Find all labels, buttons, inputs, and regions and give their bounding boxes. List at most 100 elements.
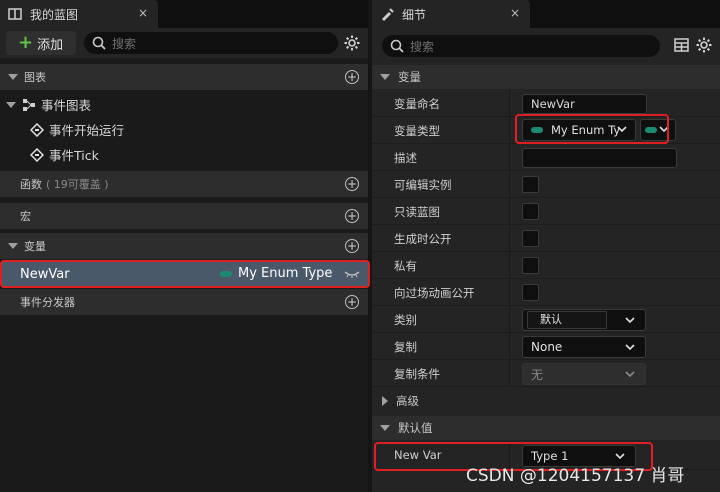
column-divider (509, 279, 510, 306)
prop-row-var-name: 变量命名 NewVar (372, 90, 720, 117)
event-diamond-icon (30, 147, 44, 162)
add-circle-icon[interactable]: + (345, 70, 359, 84)
prop-row-expose-spawn: 生成时公开 (372, 225, 720, 252)
section-event-dispatchers[interactable]: 事件分发器 + (0, 289, 368, 315)
add-circle-icon[interactable]: + (345, 239, 359, 253)
column-divider (509, 225, 510, 252)
table-view-icon[interactable] (674, 38, 689, 52)
tab-title: 细节 (402, 7, 427, 22)
description-input[interactable] (522, 148, 677, 168)
variable-name: NewVar (20, 266, 70, 282)
tab-details[interactable]: 细节 × (372, 0, 530, 28)
editable-label: 可编辑实例 (394, 178, 452, 192)
column-divider (509, 333, 510, 360)
replication-label: 复制 (394, 340, 417, 354)
prop-row-category: 类别 默认 (372, 306, 720, 333)
expand-triangle-icon (6, 101, 16, 108)
add-circle-icon[interactable]: + (345, 177, 359, 191)
tick-label: 事件Tick (49, 148, 99, 163)
search-input[interactable]: 搜索 (84, 32, 338, 54)
rep-cond-label: 复制条件 (394, 367, 440, 381)
private-checkbox[interactable] (522, 257, 539, 274)
section-variables[interactable]: 变量 + (0, 233, 368, 259)
section-functions-label: 函数 (20, 178, 42, 191)
var-type-label: 变量类型 (394, 124, 440, 138)
replication-value: None (531, 340, 563, 354)
tree-item-begin-play[interactable]: 事件开始运行 (0, 117, 368, 142)
details-section-advanced-label: 高级 (396, 394, 419, 408)
section-macros[interactable]: 宏 + (0, 203, 368, 229)
section-variables-label: 变量 (24, 240, 46, 253)
details-section-advanced[interactable]: 高级 (372, 389, 720, 413)
column-divider (509, 306, 510, 333)
details-section-default-label: 默认值 (398, 421, 433, 435)
left-tab-bar: 我的蓝图 × (0, 0, 368, 28)
highlight-box-var-type (515, 114, 669, 144)
chevron-down-icon (625, 371, 635, 378)
prop-row-expose-cinematics: 向过场动画公开 (372, 279, 720, 306)
event-graph-label: 事件图表 (41, 98, 92, 113)
search-icon (92, 36, 106, 50)
gear-icon[interactable] (343, 34, 361, 52)
var-name-label: 变量命名 (394, 97, 440, 111)
plus-icon: + (18, 32, 34, 53)
expose-spawn-label: 生成时公开 (394, 232, 452, 246)
right-tab-bar: 细节 × (372, 0, 720, 28)
collapsed-triangle-icon (382, 396, 388, 406)
gear-icon[interactable] (695, 36, 713, 54)
tree-item-tick[interactable]: 事件Tick (0, 142, 368, 167)
section-graphs[interactable]: 图表 + (0, 64, 368, 90)
close-icon[interactable]: × (510, 6, 520, 20)
category-combobox[interactable]: 默认 (522, 309, 646, 331)
right-toolbar: 搜索 (372, 28, 720, 62)
details-search-input[interactable]: 搜索 (382, 35, 660, 57)
enum-type-pill-icon (220, 271, 232, 277)
details-section-variable[interactable]: 变量 (372, 65, 720, 89)
section-graphs-label: 图表 (24, 71, 46, 84)
add-button[interactable]: + 添加 (6, 31, 76, 55)
category-value[interactable]: 默认 (527, 311, 607, 329)
rep-cond-dropdown: 无 (522, 363, 646, 385)
readonly-label: 只读蓝图 (394, 205, 440, 219)
begin-play-label: 事件开始运行 (49, 123, 125, 138)
column-divider (509, 198, 510, 225)
section-functions[interactable]: 函数 ( 19可覆盖 ) + (0, 171, 368, 197)
category-label: 类别 (394, 313, 417, 327)
expose-cine-label: 向过场动画公开 (394, 286, 475, 300)
chevron-down-icon (625, 344, 635, 351)
expand-triangle-icon (8, 74, 18, 80)
left-toolbar: + 添加 搜索 (0, 28, 368, 58)
tab-my-blueprint[interactable]: 我的蓝图 × (0, 0, 158, 28)
column-divider (509, 171, 510, 198)
search-icon (390, 39, 404, 53)
chevron-down-icon (625, 317, 635, 324)
variable-row-newvar[interactable]: NewVar My Enum Type (0, 260, 370, 288)
blueprint-tab-icon (8, 7, 22, 21)
desc-label: 描述 (394, 151, 417, 165)
private-label: 私有 (394, 259, 417, 273)
add-circle-icon[interactable]: + (345, 209, 359, 223)
prop-row-description: 描述 (372, 144, 720, 171)
eye-icon[interactable] (344, 269, 360, 279)
details-section-default-value[interactable]: 默认值 (372, 416, 720, 440)
add-button-label: 添加 (37, 37, 64, 53)
details-section-variable-label: 变量 (398, 70, 421, 84)
readonly-checkbox[interactable] (522, 203, 539, 220)
column-divider (509, 252, 510, 279)
search-placeholder: 搜索 (410, 39, 435, 54)
watermark-text: CSDN @1204157137 肖哥 (466, 466, 685, 486)
rep-cond-value: 无 (531, 367, 544, 382)
graph-icon (23, 98, 35, 111)
column-divider (509, 360, 510, 387)
functions-override-count: ( 19可覆盖 ) (46, 178, 109, 191)
prop-row-private: 私有 (372, 252, 720, 279)
tree-item-event-graph[interactable]: 事件图表 (0, 92, 368, 117)
editable-checkbox[interactable] (522, 176, 539, 193)
prop-row-editable: 可编辑实例 (372, 171, 720, 198)
var-name-input[interactable]: NewVar (522, 94, 647, 114)
expose-spawn-checkbox[interactable] (522, 230, 539, 247)
close-icon[interactable]: × (138, 6, 148, 20)
add-circle-icon[interactable]: + (345, 295, 359, 309)
replication-dropdown[interactable]: None (522, 336, 646, 358)
expose-cine-checkbox[interactable] (522, 284, 539, 301)
